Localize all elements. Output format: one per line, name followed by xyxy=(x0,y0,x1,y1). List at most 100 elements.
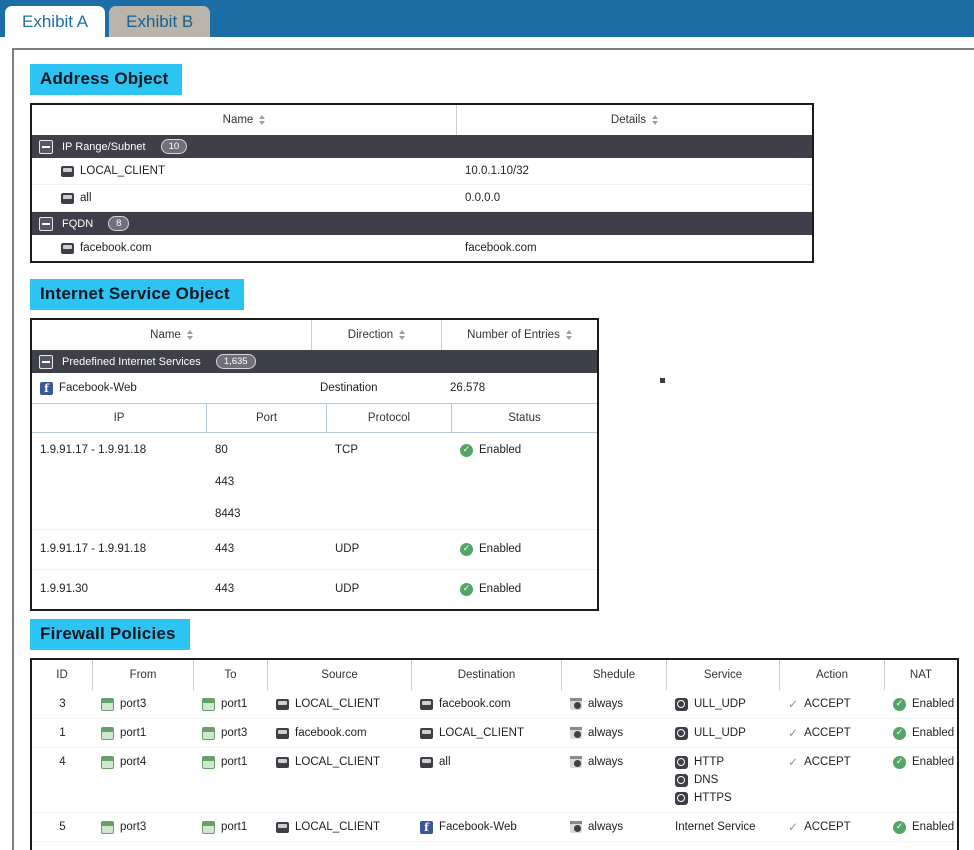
destination-label: all xyxy=(439,755,451,769)
destination-label: facebook.com xyxy=(439,697,511,711)
cell-status: Enabled xyxy=(452,582,597,597)
status-label: Enabled xyxy=(479,582,521,597)
column-header-label: Details xyxy=(611,114,646,126)
cell-from: port1 xyxy=(93,726,194,740)
ip-range: 1.9.91.30 xyxy=(40,582,88,597)
collapse-icon[interactable] xyxy=(39,355,53,369)
address-name: facebook.com xyxy=(80,242,152,254)
column-header-nat: NAT xyxy=(885,660,957,690)
enabled-status-icon xyxy=(893,727,906,740)
policy-id: 3 xyxy=(59,697,65,711)
cell-policy-id: 5 xyxy=(32,820,93,834)
group-row-predefined-internet-services: Predefined Internet Services1,635 xyxy=(32,350,597,373)
service-label: ULL_UDP xyxy=(694,697,746,711)
address-row: all0.0.0.0 xyxy=(32,185,812,212)
column-header-label: IP xyxy=(114,412,125,424)
column-header-status: Status xyxy=(452,404,597,432)
port-value: 8443 xyxy=(215,507,241,522)
internet-service-row: Facebook-WebDestination26.578 xyxy=(32,373,597,403)
cell-to: port1 xyxy=(194,755,268,769)
service-direction: Destination xyxy=(320,382,378,394)
schedule-icon xyxy=(570,698,582,710)
cell-destination: Facebook-Web xyxy=(412,820,562,834)
tab-exhibit-b[interactable]: Exhibit B xyxy=(109,6,210,37)
source-label: LOCAL_CLIENT xyxy=(295,697,380,711)
cell-schedule: always xyxy=(562,697,667,711)
count-badge: 8 xyxy=(108,216,129,231)
sort-icon xyxy=(187,330,193,340)
collapse-icon[interactable] xyxy=(39,140,53,154)
to-interface: port1 xyxy=(221,820,247,834)
cell-name: all xyxy=(32,192,457,204)
cell-policy-id: 3 xyxy=(32,697,93,711)
group-row-fqdn: FQDN 8 xyxy=(32,212,812,235)
cell-protocol: UDP xyxy=(327,582,452,597)
facebook-icon xyxy=(420,821,433,834)
column-header-source: Source xyxy=(268,660,412,690)
accept-check-icon xyxy=(788,821,798,834)
internet-service-icon xyxy=(675,792,688,805)
column-header-id: ID xyxy=(32,660,93,690)
cell-direction: Destination xyxy=(312,382,442,394)
policy-row: 1port1port3facebook.comLOCAL_CLIENTalway… xyxy=(32,719,957,748)
column-header-label: Shedule xyxy=(593,669,635,681)
cell-port: 443 xyxy=(207,542,327,557)
cell-source: LOCAL_CLIENT xyxy=(268,755,412,769)
port-value: 80 xyxy=(215,443,228,458)
column-header-name[interactable]: Name xyxy=(32,320,312,350)
column-header-label: Destination xyxy=(458,669,516,681)
column-header-name[interactable]: Name xyxy=(32,105,457,135)
service-detail-header: IPPortProtocolStatus xyxy=(32,403,597,433)
column-header-details[interactable]: Details xyxy=(457,105,812,135)
interface-icon xyxy=(202,756,215,769)
nat-label: Enabled xyxy=(912,755,954,769)
service-name: Facebook-Web xyxy=(59,382,137,394)
column-header-number-of-entries[interactable]: Number of Entries xyxy=(442,320,597,350)
address-details: facebook.com xyxy=(465,242,537,254)
cell-source: LOCAL_CLIENT xyxy=(268,820,412,834)
group-label: FQDN xyxy=(62,218,93,230)
cell-name: facebook.com xyxy=(32,242,457,254)
accept-check-icon xyxy=(788,727,798,740)
column-header-direction[interactable]: Direction xyxy=(312,320,442,350)
count-badge: 1,635 xyxy=(216,354,256,369)
group-label: IP Range/Subnet xyxy=(62,141,146,153)
address-row: LOCAL_CLIENT10.0.1.10/32 xyxy=(32,158,812,185)
internet-service-object-section: Internet Service Object NameDirectionNum… xyxy=(30,279,974,611)
service-entry: HTTP xyxy=(675,755,732,769)
host-icon xyxy=(61,193,74,204)
column-header-port: Port xyxy=(207,404,327,432)
ip-range: 1.9.91.17 - 1.9.91.18 xyxy=(40,443,146,458)
service-label: HTTP xyxy=(694,755,724,769)
port-value: 443 xyxy=(215,542,234,557)
column-header-label: NAT xyxy=(910,669,932,681)
cursor-dot xyxy=(660,378,665,383)
host-icon xyxy=(420,728,433,739)
policy-row: 3port3port1LOCAL_CLIENTfacebook.comalway… xyxy=(32,690,957,719)
cell-service: ULL_UDP xyxy=(667,697,780,711)
internet-service-object-table: Name Direction Number of Entries Predefine… xyxy=(30,318,599,611)
schedule-label: always xyxy=(588,697,623,711)
cell-status: Enabled xyxy=(452,443,597,458)
service-label: HTTPS xyxy=(694,791,732,805)
firewall-policies-section: Firewall Policies IDFromToSourceDestinat… xyxy=(30,619,974,850)
column-header-label: Direction xyxy=(348,329,393,341)
cell-source: facebook.com xyxy=(268,726,412,740)
column-header-label: Port xyxy=(256,412,277,424)
cell-port: 804438443 xyxy=(207,443,327,522)
address-name: LOCAL_CLIENT xyxy=(80,165,165,177)
to-interface: port3 xyxy=(221,726,247,740)
source-label: facebook.com xyxy=(295,726,367,740)
tab-exhibit-a[interactable]: Exhibit A xyxy=(5,6,105,37)
protocol-value: TCP xyxy=(335,443,358,458)
host-icon xyxy=(61,243,74,254)
source-label: LOCAL_CLIENT xyxy=(295,820,380,834)
interface-icon xyxy=(202,727,215,740)
service-label: DNS xyxy=(694,773,718,787)
collapse-icon[interactable] xyxy=(39,217,53,231)
address-object-section: Address Object NameDetails IP Range/Subn… xyxy=(30,64,974,263)
to-interface: port1 xyxy=(221,755,247,769)
action-label: ACCEPT xyxy=(804,820,851,834)
from-interface: port3 xyxy=(120,820,146,834)
nat-label: Enabled xyxy=(912,726,954,740)
